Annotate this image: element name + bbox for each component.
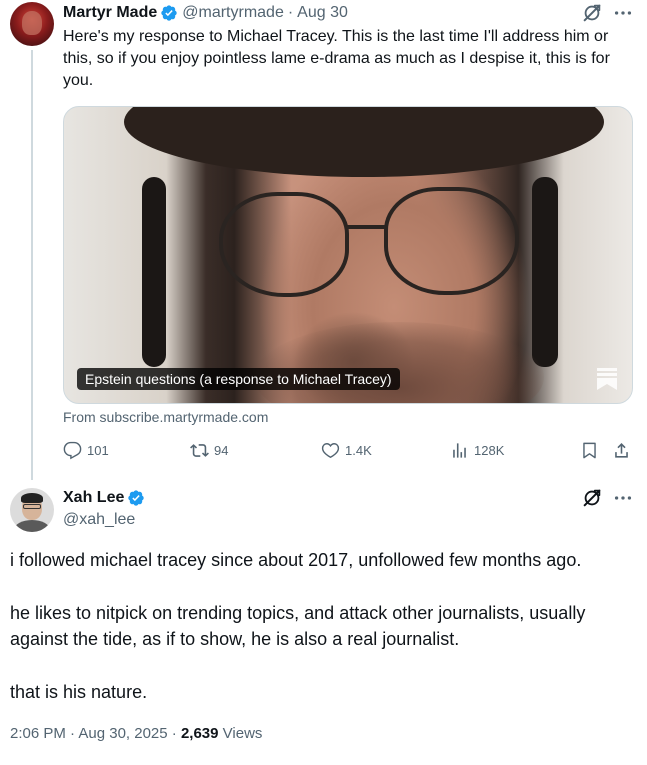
parent-tweet-header: Martyr Made @martyrmade · Aug 30 — [63, 2, 348, 24]
author-name[interactable]: Xah Lee — [63, 489, 124, 507]
bookmark-icon[interactable] — [580, 441, 599, 460]
repost-button[interactable]: 94 — [190, 441, 228, 460]
like-icon — [321, 443, 340, 459]
reply-icon — [63, 441, 82, 460]
like-button[interactable]: 1.4K — [321, 441, 372, 460]
reply-count: 101 — [87, 443, 109, 458]
author-name[interactable]: Martyr Made — [63, 4, 157, 22]
more-icon[interactable] — [612, 487, 634, 509]
tweet-timestamp: 2:06 PM · Aug 30, 2025 · 2,639 Views — [10, 725, 262, 742]
share-icon[interactable] — [612, 441, 631, 460]
avatar-xah-lee[interactable] — [10, 488, 54, 532]
video-card-thumbnail[interactable]: Epstein questions (a response to Michael… — [63, 106, 633, 404]
more-icon[interactable] — [612, 2, 634, 24]
author-handle[interactable]: @xah_lee — [63, 511, 135, 529]
author-handle[interactable]: @martyrmade — [182, 4, 284, 22]
grok-icon[interactable] — [581, 487, 603, 509]
parent-tweet-actions: 101 94 1.4K 128K — [0, 441, 647, 461]
grok-icon[interactable] — [581, 2, 603, 24]
avatar-martyr-made[interactable] — [10, 2, 54, 46]
views-count: 128K — [474, 443, 505, 458]
views-button[interactable]: 128K — [450, 441, 504, 460]
verified-badge-icon — [161, 5, 177, 21]
verified-badge-icon — [128, 490, 145, 506]
tweet-paragraph: that is his nature. — [10, 682, 148, 702]
repost-icon — [190, 444, 209, 457]
tweet-paragraph: he likes to nitpick on trending topics, … — [10, 603, 586, 649]
thread-connector-line — [31, 50, 33, 480]
views-icon — [453, 443, 466, 458]
views-label: Views — [218, 725, 263, 742]
tweet-date[interactable]: Aug 30 — [297, 4, 348, 22]
main-tweet-name-row: Xah Lee — [63, 489, 145, 507]
media-caption: Epstein questions (a response to Michael… — [77, 368, 400, 390]
parent-tweet-text: Here's my response to Michael Tracey. Th… — [63, 28, 610, 89]
reply-button[interactable]: 101 — [63, 441, 109, 460]
views-count: 2,639 — [180, 725, 219, 742]
timestamp-text[interactable]: 2:06 PM · Aug 30, 2025 · — [10, 725, 181, 742]
link-source[interactable]: From subscribe.martyrmade.com — [63, 409, 268, 425]
repost-count: 94 — [214, 443, 229, 458]
like-count: 1.4K — [345, 443, 372, 458]
separator-dot: · — [287, 4, 294, 21]
main-tweet-text: i followed michael tracey since about 20… — [10, 547, 640, 732]
tweet-paragraph: i followed michael tracey since about 20… — [10, 550, 582, 570]
article-icon — [597, 368, 617, 390]
